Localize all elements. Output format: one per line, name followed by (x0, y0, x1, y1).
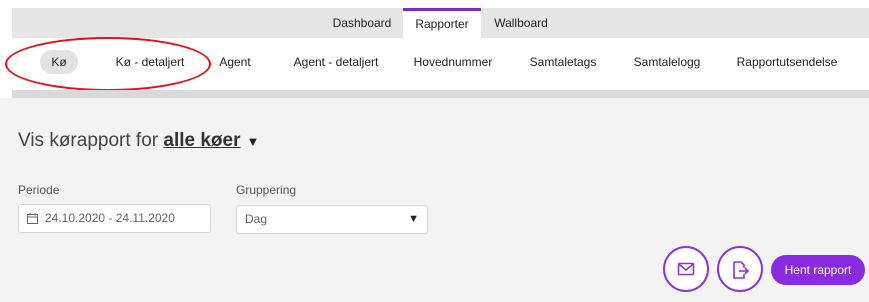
subnav-item-samtaletags[interactable]: Samtaletags (526, 50, 600, 74)
file-export-icon (733, 261, 750, 279)
subnav-item-agent[interactable]: Agent (209, 50, 261, 74)
tab-rapporter[interactable]: Rapporter (403, 8, 481, 38)
subnav-item-agent-detaljert[interactable]: Agent - detaljert (286, 50, 386, 74)
queue-selector-link[interactable]: alle køer (163, 130, 240, 151)
grouping-label: Gruppering (236, 183, 297, 197)
subnav-item-rapportutsendelse[interactable]: Rapportutsendelse (735, 50, 839, 74)
tab-dashboard[interactable]: Dashboard (322, 8, 402, 38)
dropdown-arrow-icon: ▼ (408, 213, 419, 225)
grouping-value: Dag (245, 212, 268, 226)
subnav-item-ko[interactable]: Kø (40, 50, 78, 74)
tab-wallboard[interactable]: Wallboard (482, 8, 560, 38)
divider-bar (12, 90, 869, 98)
subnav-item-hovednummer[interactable]: Hovednummer (410, 50, 496, 74)
subnav-item-ko-detaljert[interactable]: Kø - detaljert (104, 50, 196, 74)
envelope-icon (677, 262, 695, 276)
subnav-item-samtalelogg[interactable]: Samtalelogg (631, 50, 703, 74)
page-title-prefix: Vis kørapport for (18, 130, 159, 151)
period-label: Periode (18, 183, 60, 197)
page-title: Vis kørapport for alle køer ▼ (18, 130, 259, 152)
period-value: 24.10.2020 - 24.11.2020 (45, 211, 175, 225)
period-date-range-field[interactable]: 24.10.2020 - 24.11.2020 (18, 204, 211, 233)
fetch-report-button[interactable]: Hent rapport (771, 255, 865, 285)
email-report-button[interactable] (663, 246, 709, 292)
caret-down-icon[interactable]: ▼ (246, 134, 259, 149)
calendar-icon (27, 213, 38, 224)
export-report-button[interactable] (717, 246, 763, 292)
grouping-select[interactable]: Dag ▼ (236, 205, 428, 234)
